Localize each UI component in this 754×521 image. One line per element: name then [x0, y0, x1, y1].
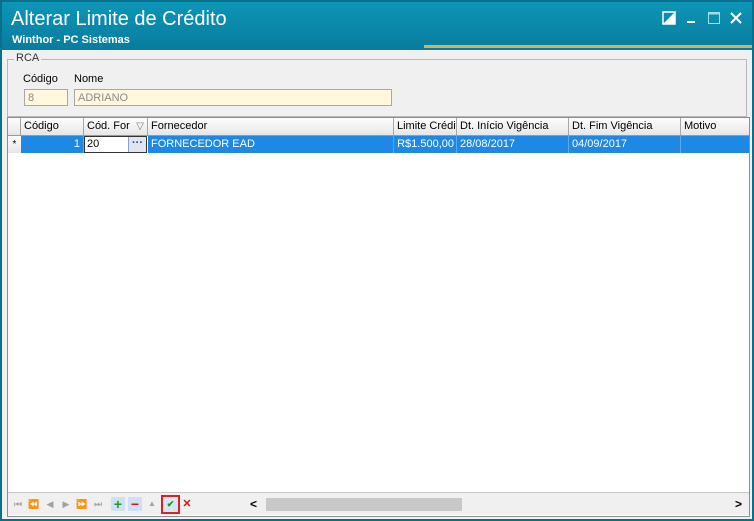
limite-grid[interactable]: Código Cód. For ▽ Fornecedor Limite Créd…	[7, 117, 750, 517]
horizontal-scrollbar[interactable]: < >	[248, 496, 746, 513]
column-header-dt-inicio[interactable]: Dt. Início Vigência	[457, 118, 569, 135]
grid-navigator: ⏮ ⏪ ◀ ▶ ⏩ ⏭ + − ▲ ✔ ✕ < >	[8, 492, 749, 515]
filter-icon[interactable]: ▽	[136, 118, 144, 135]
cancel-record-icon[interactable]: ✕	[180, 497, 194, 511]
nome-label: Nome	[74, 73, 104, 85]
column-header-dt-fim[interactable]: Dt. Fim Vigência	[569, 118, 681, 135]
title-bar: Alterar Limite de Crédito Winthor - PC S…	[2, 2, 752, 50]
column-header-limite[interactable]: Limite Crédit	[394, 118, 457, 135]
cell-fornecedor[interactable]: FORNECEDOR EAD	[148, 136, 394, 153]
table-row[interactable]: * 1 20 ··· FORNECEDOR EAD R$1.500,00 28/…	[8, 136, 749, 153]
last-record-icon[interactable]: ⏭	[91, 497, 105, 511]
scroll-left-icon[interactable]: <	[250, 497, 257, 511]
delete-record-icon[interactable]: −	[128, 497, 142, 511]
main-window: Alterar Limite de Crédito Winthor - PC S…	[0, 0, 754, 521]
cod-for-editor[interactable]: 20 ···	[84, 136, 147, 153]
cell-codigo[interactable]: 1	[21, 136, 84, 153]
column-header-motivo[interactable]: Motivo	[681, 118, 749, 135]
maximize-icon[interactable]	[707, 11, 721, 25]
rca-groupbox: RCA Código Nome 8 ADRIANO	[7, 52, 747, 117]
column-header-fornecedor[interactable]: Fornecedor	[148, 118, 394, 135]
window-subtitle: Winthor - PC Sistemas	[12, 34, 130, 46]
column-header-codigo[interactable]: Código	[21, 118, 84, 135]
title-accent-line	[424, 45, 752, 48]
next-page-icon[interactable]: ⏩	[75, 497, 89, 511]
prev-record-icon[interactable]: ◀	[43, 497, 57, 511]
cell-dt-inicio[interactable]: 28/08/2017	[457, 136, 569, 153]
close-icon[interactable]	[729, 11, 743, 25]
cod-for-input[interactable]: 20	[87, 138, 99, 150]
first-record-icon[interactable]: ⏮	[11, 497, 25, 511]
grid-header: Código Cód. For ▽ Fornecedor Limite Créd…	[8, 118, 749, 136]
header-indicator	[8, 118, 21, 135]
codigo-field[interactable]: 8	[24, 89, 68, 106]
ellipsis-button[interactable]: ···	[128, 137, 146, 152]
cell-dt-fim[interactable]: 04/09/2017	[569, 136, 681, 153]
minimize-icon[interactable]	[685, 11, 699, 25]
codigo-label: Código	[23, 73, 58, 85]
up-icon[interactable]: ▲	[145, 497, 159, 511]
scrollbar-thumb[interactable]	[266, 498, 462, 511]
prev-page-icon[interactable]: ⏪	[27, 497, 41, 511]
add-record-icon[interactable]: +	[111, 497, 125, 511]
window-body: RCA Código Nome 8 ADRIANO Código Cód. Fo…	[2, 50, 752, 519]
post-record-icon[interactable]: ✔	[161, 495, 180, 514]
window-title: Alterar Limite de Crédito	[11, 8, 227, 30]
rca-group-label: RCA	[14, 52, 42, 64]
cod-for-header-label: Cód. For	[87, 120, 130, 132]
cell-limite[interactable]: R$1.500,00	[394, 136, 457, 153]
nome-field[interactable]: ADRIANO	[74, 89, 392, 106]
scroll-right-icon[interactable]: >	[735, 497, 742, 511]
cell-motivo[interactable]	[681, 136, 749, 153]
row-indicator: *	[8, 136, 22, 153]
column-header-cod-for[interactable]: Cód. For ▽	[84, 118, 148, 135]
restore-icon[interactable]	[662, 11, 676, 25]
next-record-icon[interactable]: ▶	[59, 497, 73, 511]
